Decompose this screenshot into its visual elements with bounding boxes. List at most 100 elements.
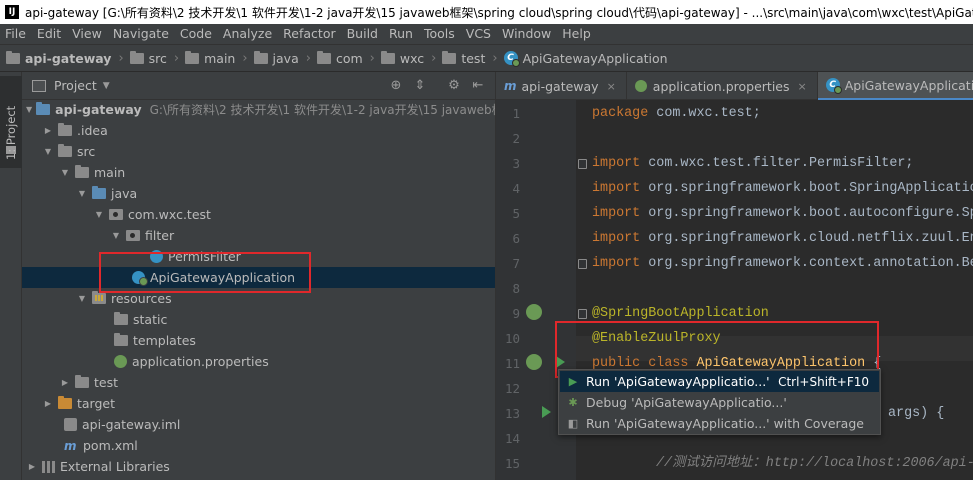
gear-icon[interactable]: ⚙ (446, 78, 462, 94)
menu-navigate[interactable]: Navigate (108, 24, 175, 44)
tree-item-api-gateway[interactable]: ▼ api-gateway G:\所有资料\2 技术开发\1 软件开发\1-2 … (22, 99, 495, 120)
tree-item-test[interactable]: ▶ test (22, 372, 495, 393)
breadcrumb-item[interactable]: api-gateway › (6, 50, 130, 66)
breadcrumb-item[interactable]: test › (442, 50, 503, 66)
fold-icon[interactable] (578, 259, 587, 269)
menu-tools[interactable]: Tools (419, 24, 461, 44)
menu-file[interactable]: File (0, 24, 32, 44)
breadcrumb-item[interactable]: com › (316, 50, 381, 66)
source-folder-icon (92, 186, 106, 199)
debug-menu-item[interactable]: ✱ Debug 'ApiGatewayApplicatio...' (560, 392, 879, 413)
chevron-right-icon[interactable]: ▶ (42, 126, 54, 135)
breadcrumb-item[interactable]: wxc › (380, 50, 442, 66)
fold-icon[interactable] (578, 159, 587, 169)
tab-apigatewayapplication[interactable]: C ApiGatewayApplication.java (817, 72, 973, 100)
breadcrumb: api-gateway › src › main › java › com › wxc › … (0, 44, 973, 72)
menu-run[interactable]: Run (384, 24, 419, 44)
chevron-down-icon[interactable]: ▼ (93, 210, 105, 219)
chevron-down-icon[interactable]: ▼ (42, 147, 54, 156)
chevron-down-icon[interactable]: ▼ (76, 294, 88, 303)
chevron-right-icon[interactable]: ▶ (59, 378, 71, 387)
chevron-down-icon[interactable]: ▼ (26, 105, 32, 114)
hide-panel-icon[interactable]: ⇤ (470, 78, 486, 94)
code-line[interactable]: import org.springframework.context.annot… (592, 251, 973, 276)
tree-item-idea[interactable]: ▶ .idea (22, 120, 495, 141)
folder-icon (129, 50, 144, 64)
menu-vcs[interactable]: VCS (461, 24, 497, 44)
line-number: 15 (504, 456, 520, 471)
tree-item-src[interactable]: ▼ src (22, 141, 495, 162)
menu-help[interactable]: Help (557, 24, 597, 44)
code-line[interactable]: @SpringBootApplication (592, 301, 769, 326)
close-icon[interactable]: × (607, 80, 616, 93)
chevron-down-icon[interactable]: ▼ (103, 81, 110, 91)
code-line[interactable]: import org.springframework.cloud.netflix… (592, 226, 973, 251)
tree-item-main[interactable]: ▼ main (22, 162, 495, 183)
code-line[interactable]: //测试访问地址：http://localhost:2006/api-a/hel… (656, 451, 973, 476)
folder-icon (75, 375, 89, 388)
code-line[interactable]: import org.springframework.boot.autoconf… (592, 201, 973, 226)
chevron-down-icon[interactable]: ▼ (110, 231, 122, 240)
collapse-all-icon[interactable]: ⇕ (412, 78, 428, 94)
spring-leaf-icon (634, 80, 647, 92)
tree-item-static[interactable]: static (22, 309, 495, 330)
run-with-coverage-menu-item[interactable]: ◧ Run 'ApiGatewayApplicatio...' with Cov… (560, 413, 879, 434)
run-gutter-icon[interactable] (542, 406, 551, 418)
menu-code[interactable]: Code (175, 24, 218, 44)
breadcrumb-item[interactable]: C ApiGatewayApplication (503, 51, 668, 67)
project-tool-tab[interactable]: 1: Project (0, 76, 22, 168)
run-gutter-icon[interactable] (556, 356, 565, 368)
line-number: 8 (512, 281, 520, 296)
tab-api-gateway[interactable]: m api-gateway × (496, 72, 627, 100)
menu-analyze[interactable]: Analyze (218, 24, 278, 44)
folder-icon (114, 312, 128, 325)
folder-icon (442, 50, 457, 64)
tree-item-resources[interactable]: ▼ resources (22, 288, 495, 309)
tab-application-properties[interactable]: application.properties × (627, 72, 818, 100)
code-line[interactable]: package com.wxc.test; (592, 101, 761, 126)
chevron-down-icon[interactable]: ▼ (76, 189, 88, 198)
breadcrumb-item[interactable]: src › (129, 50, 185, 66)
tree-item-target[interactable]: ▶ target (22, 393, 495, 414)
project-panel: Project ▼ ⊕ ⇕ ⚙ ⇤ ▼ api-gateway G:\所有资料\… (22, 72, 495, 480)
code-line[interactable]: @EnableZuulProxy (592, 326, 721, 351)
chevron-right-icon[interactable]: ▶ (26, 462, 38, 471)
spring-bean-icon[interactable] (526, 304, 542, 320)
breadcrumb-item[interactable]: main › (185, 50, 253, 66)
close-icon[interactable]: × (798, 80, 807, 93)
folder-icon (253, 50, 268, 64)
code-line[interactable]: import com.wxc.test.filter.PermisFilter; (592, 151, 913, 176)
breadcrumb-item[interactable]: java › (253, 50, 317, 66)
menu-edit[interactable]: Edit (32, 24, 67, 44)
folder-icon (6, 50, 20, 64)
spring-bean-icon[interactable] (526, 354, 542, 370)
tree-item-filter[interactable]: ▼ filter (22, 225, 495, 246)
libraries-icon (42, 460, 55, 473)
menu-view[interactable]: View (67, 24, 108, 44)
tree-item-permisfilter[interactable]: PermisFilter (22, 246, 495, 267)
code-line[interactable]: args) { (888, 401, 944, 426)
tree-item-pom[interactable]: m pom.xml (22, 435, 495, 456)
menu-build[interactable]: Build (342, 24, 384, 44)
coverage-icon: ◧ (567, 417, 579, 430)
menu-window[interactable]: Window (497, 24, 557, 44)
tree-item-apigatewayapplication[interactable]: ApiGatewayApplication (22, 267, 495, 288)
run-menu-item[interactable]: ▶ Run 'ApiGatewayApplicatio...' Ctrl+Shi… (560, 371, 879, 392)
chevron-right-icon[interactable]: ▶ (42, 399, 54, 408)
chevron-right-icon: › (305, 50, 311, 66)
chevron-down-icon[interactable]: ▼ (59, 168, 71, 177)
spring-class-icon: C (503, 51, 520, 67)
tree-item-iml[interactable]: api-gateway.iml (22, 414, 495, 435)
tree-item-package[interactable]: ▼ com.wxc.test (22, 204, 495, 225)
tree-item-external-libraries[interactable]: ▶ External Libraries (22, 456, 495, 477)
tree-item-application-properties[interactable]: application.properties (22, 351, 495, 372)
menu-refactor[interactable]: Refactor (278, 24, 341, 44)
tree-item-templates[interactable]: templates (22, 330, 495, 351)
locate-icon[interactable]: ⊕ (388, 78, 404, 94)
line-number: 13 (504, 406, 520, 421)
fold-icon[interactable] (578, 309, 587, 319)
tree-item-java[interactable]: ▼ java (22, 183, 495, 204)
line-number: 7 (512, 256, 520, 271)
code-line[interactable]: import org.springframework.boot.SpringAp… (592, 176, 973, 201)
project-view-selector[interactable]: Project (54, 78, 97, 93)
